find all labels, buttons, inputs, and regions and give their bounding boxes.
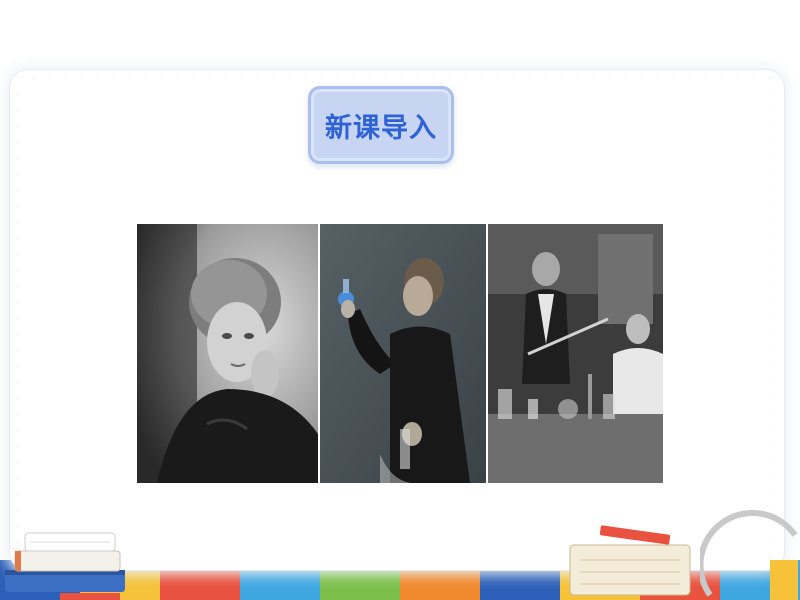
slide-title: 新课导入 bbox=[325, 112, 437, 144]
lab-photo-icon bbox=[488, 224, 663, 483]
portrait-photo bbox=[137, 224, 318, 483]
portrait-photo-icon bbox=[137, 224, 318, 483]
slide: 新课导入 bbox=[0, 0, 800, 600]
flask-photo-icon bbox=[320, 224, 486, 483]
flask-photo bbox=[320, 224, 486, 483]
notebook-icon bbox=[569, 525, 691, 596]
title-badge: 新课导入 bbox=[308, 86, 454, 164]
protractor-icon bbox=[700, 510, 798, 600]
books-icon bbox=[5, 532, 125, 600]
photo-strip bbox=[137, 224, 663, 483]
laboratory-photo bbox=[488, 224, 663, 483]
